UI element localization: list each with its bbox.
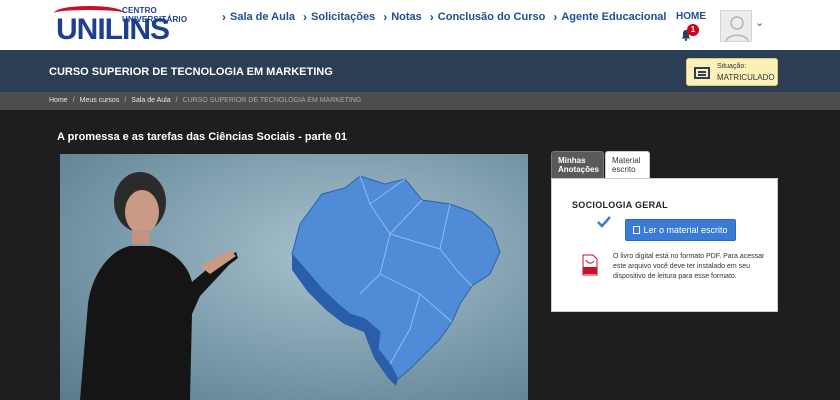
nav-item-notas[interactable]: › Notas [383,10,422,24]
status-label: Situação: [717,63,747,70]
lesson-title: A promessa e as tarefas das Ciências Soc… [57,131,348,143]
breadcrumb-separator: / [72,97,75,104]
nav-item-label: Agente Educacional [561,11,667,23]
tab-material-escrito[interactable]: Material escrito [605,151,650,179]
chevron-right-icon: › [429,10,434,24]
chevron-right-icon: › [553,10,558,24]
breadcrumb-sala-de-aula[interactable]: Sala de Aula [131,97,170,104]
brazil-map-illustration [291,175,501,386]
pdf-file-icon [582,254,598,276]
top-navbar: CENTRO UNIVERSITÁRIO UNILINS › Sala de Au… [0,0,840,50]
nav-item-sala-de-aula[interactable]: › Sala de Aula [222,10,295,24]
status-value: MATRICULADO [717,73,775,82]
breadcrumb-separator: / [124,97,127,104]
main-nav: › Sala de Aula › Solicitações › Notas › Conc… [222,10,674,24]
nav-item-solicitacoes[interactable]: › Solicitações [303,10,375,24]
nav-item-label: Solicitações [311,11,376,23]
video-player[interactable] [60,154,528,400]
presenter-illustration [80,172,238,400]
breadcrumb-meus-cursos[interactable]: Meus cursos [80,97,120,104]
status-badge: Situação: MATRICULADO [686,58,778,86]
id-card-icon [694,67,710,79]
breadcrumb: Home / Meus cursos / Sala de Aula / CURS… [0,92,840,110]
video-frame [80,172,501,400]
breadcrumb-home[interactable]: Home [49,97,68,104]
breadcrumb-separator: / [175,97,178,104]
tab-minhas-anotacoes[interactable]: Minhas Anotações [551,151,604,179]
user-silhouette-icon [725,16,749,41]
avatar[interactable] [720,10,752,42]
home-link[interactable]: HOME [676,11,706,22]
chevron-down-icon[interactable]: ⌄ [755,16,764,29]
subject-title: SOCIOLOGIA GERAL [572,200,668,210]
read-material-button[interactable]: Ler o material escrito [625,219,736,241]
material-panel: SOCIOLOGIA GERAL Ler o material escrito … [551,178,778,312]
course-title: CURSO SUPERIOR DE TECNOLOGIA EM MARKETIN… [49,66,333,78]
book-icon [633,226,641,234]
chevron-right-icon: › [222,10,226,24]
nav-item-label: Sala de Aula [230,11,296,23]
nav-item-label: Conclusão do Curso [437,11,546,23]
nav-item-label: Notas [391,11,422,23]
checkmark-icon [597,216,611,228]
breadcrumb-current: CURSO SUPERIOR DE TECNOLOGIA EM MARKETIN… [182,97,362,104]
nav-item-agente[interactable]: › Agente Educacional [553,10,666,24]
read-material-label: Ler o material escrito [643,225,728,235]
notification-badge: 1 [687,24,699,36]
chevron-right-icon: › [303,10,308,24]
chevron-right-icon: › [383,10,388,24]
nav-item-conclusao[interactable]: › Conclusão do Curso [430,10,546,24]
pdf-note: O livro digital está no formato PDF. Par… [613,253,765,280]
logo-name: UNILINS [56,13,170,46]
unilins-logo[interactable]: CENTRO UNIVERSITÁRIO UNILINS [52,4,212,48]
